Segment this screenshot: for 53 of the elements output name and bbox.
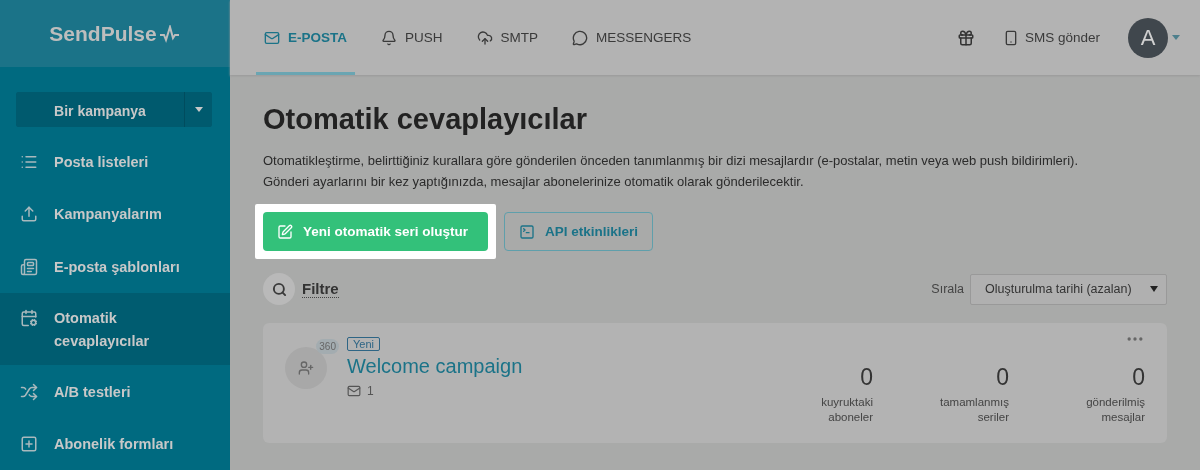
sidebar-item[interactable]: E-posta şablonları — [0, 240, 230, 293]
calendar-icon — [20, 308, 38, 327]
stat-label: kuyruktaki aboneler — [820, 395, 873, 425]
page-title: Otomatik cevaplayıcılar — [263, 103, 588, 136]
nav-tab[interactable]: PUSH — [373, 0, 451, 75]
status-badge: Yeni — [347, 337, 380, 351]
caret-icon — [194, 107, 203, 112]
stat-value: 0 — [860, 364, 873, 391]
subscriber-count: 360 — [316, 339, 339, 354]
description: Otomatikleştirme, belirttiğiniz kurallara göre gönderilen önceden tanımlanmış bir dizi mesajlardır (e-postalar, metin veya web push bildirimleri). — [263, 152, 1079, 170]
sort-select[interactable]: Oluşturulma tarihi (azalan) — [970, 273, 1167, 305]
upload-icon — [20, 205, 38, 224]
edit-icon — [277, 223, 293, 240]
nav-tab[interactable]: SMTP — [468, 0, 547, 75]
shuffle-icon — [20, 382, 38, 401]
campaign-name[interactable]: Welcome campaign — [347, 355, 523, 378]
mail-icon — [347, 384, 361, 398]
gift-icon[interactable] — [956, 28, 975, 47]
nav-tab[interactable]: MESSENGERS — [564, 0, 700, 75]
cloud-upload-icon — [476, 29, 493, 46]
sms-link[interactable]: SMS gönder — [1002, 29, 1100, 46]
newspaper-icon — [20, 258, 38, 276]
stat-value: 0 — [1132, 364, 1145, 391]
caret-icon — [1150, 286, 1158, 292]
bell-icon — [381, 29, 397, 46]
stat-label: gönderilmiş mesajlar — [1085, 395, 1145, 425]
sort-label: Sırala — [931, 282, 964, 296]
search-icon — [271, 281, 287, 297]
email-count: 1 — [367, 384, 374, 398]
description: Gönderi ayarlarını bir kez yaptığınızda, mesajlar abonelerinize otomatik olarak gönderilecektir. — [263, 173, 805, 191]
nav-tab[interactable]: E-POSTA — [256, 0, 355, 75]
avatar[interactable]: A — [1128, 17, 1168, 58]
user-add-icon — [298, 360, 314, 376]
logo: SendPulse — [49, 21, 157, 46]
sidebar-item[interactable]: A/B testleri — [0, 364, 230, 418]
sidebar-item[interactable]: Abonelik formları — [0, 417, 230, 470]
campaign-card[interactable]: 360 Yeni Welcome campaign 1 0 kuyruktaki aboneler 0 tamamlanmış seriler 0 gönderilmiş mesajlar — [263, 323, 1167, 443]
terminal-icon — [519, 223, 536, 240]
search-button[interactable] — [263, 273, 295, 305]
stat-value: 0 — [996, 364, 1009, 391]
stat-label: tamamlanmış seriler — [938, 395, 1009, 425]
sidebar-item[interactable]: Posta listeleri — [0, 134, 230, 188]
mail-icon — [264, 29, 280, 46]
filter-link[interactable]: Filtre — [302, 280, 339, 298]
create-series-button[interactable]: Yeni otomatik seri oluştur — [263, 212, 489, 251]
caret-button[interactable] — [184, 92, 212, 127]
sidebar-item[interactable]: Kampanyalarım — [0, 187, 230, 240]
sidebar-item[interactable]: Otomatik cevaplayıcılar — [0, 292, 230, 365]
caret-icon — [1172, 35, 1180, 40]
plus-square-icon — [20, 435, 38, 454]
api-events-button[interactable]: API etkinlikleri — [504, 212, 654, 251]
pulse-icon — [158, 24, 181, 43]
chat-icon — [572, 29, 589, 46]
